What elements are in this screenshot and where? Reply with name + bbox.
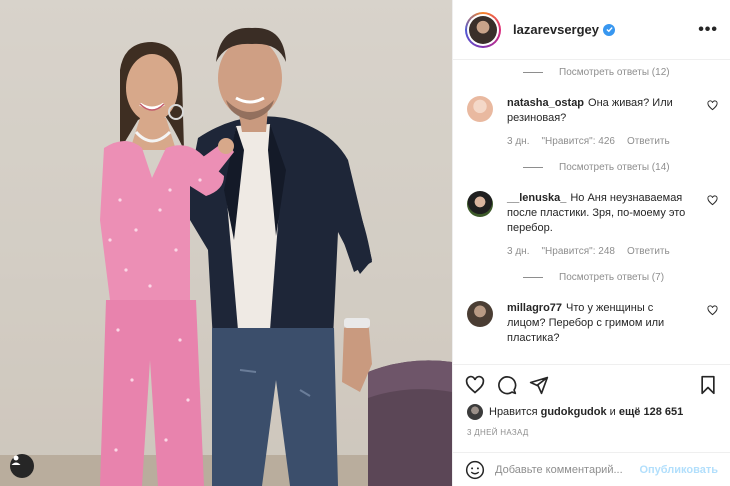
heart-icon[interactable] [707,195,718,206]
comment-input[interactable] [495,463,640,476]
verified-badge-icon [603,23,616,36]
post-actions-bar [453,364,730,404]
comment-username[interactable]: __lenuska_ [507,192,566,204]
comment-reply-button[interactable]: Ответить [627,246,670,257]
likes-summary: Нравится gudokgudok и ещё 128 651 [467,404,718,420]
author-avatar[interactable] [465,11,501,48]
author-username[interactable]: lazarevsergey [513,22,599,37]
liker-username[interactable]: gudokgudok [541,406,607,418]
view-replies-label: Посмотреть ответы (7) [559,271,665,283]
share-icon[interactable] [529,375,549,395]
add-comment-bar: Опубликовать [453,452,730,486]
heart-icon[interactable] [707,100,718,111]
view-replies-button[interactable]: Посмотреть ответы (7) [523,265,718,289]
comments-list[interactable]: Посмотреть ответы (12) natasha_ostap Она … [453,60,730,364]
comment-time[interactable]: 3 дн. [507,246,529,257]
heart-icon[interactable] [707,305,718,316]
comment-reply-button[interactable]: Ответить [627,136,670,147]
post-photo[interactable] [0,0,452,486]
comment-avatar[interactable] [467,96,493,122]
comment-item: natasha_ostap Она живая? Или резиновая? 3… [467,84,718,147]
likes-count-link[interactable]: ещё 128 651 [619,406,683,418]
comment-avatar[interactable] [467,301,493,327]
heart-icon[interactable] [465,375,485,395]
liker-avatar[interactable] [467,404,483,420]
user-tag-icon[interactable] [10,454,34,478]
likes-prefix: Нравится [489,406,538,418]
comment-item: millagro77 Что у женщины с лицом? Перебор… [467,289,718,346]
emoji-icon[interactable] [465,460,485,480]
comment-avatar[interactable] [467,191,493,217]
view-replies-button[interactable]: Посмотреть ответы (14) [523,155,718,179]
comment-username[interactable]: millagro77 [507,302,562,314]
bookmark-icon[interactable] [698,375,718,395]
comment-time[interactable]: 3 дн. [507,136,529,147]
view-replies-label: Посмотреть ответы (14) [559,161,670,173]
comment-likes[interactable]: "Нравится": 248 [541,246,614,257]
post-side-panel: lazarevsergey ••• Посмотреть ответы (12)… [452,0,730,486]
comment-likes[interactable]: "Нравится": 426 [541,136,614,147]
post-header: lazarevsergey ••• [453,0,730,60]
more-options-icon[interactable]: ••• [698,21,718,39]
comment-username[interactable]: natasha_ostap [507,97,584,109]
post-date[interactable]: 3 ДНЕЙ НАЗАД [467,428,529,437]
view-replies-label: Посмотреть ответы (12) [559,66,670,78]
publish-button[interactable]: Опубликовать [639,464,718,476]
view-replies-button[interactable]: Посмотреть ответы (12) [523,60,718,84]
comment-item: __lenuska_ Но Аня неузнаваемая после плас… [467,179,718,257]
post-photo-illustration [0,0,452,486]
comment-icon[interactable] [497,375,517,395]
likes-conjunction: и [609,406,616,418]
